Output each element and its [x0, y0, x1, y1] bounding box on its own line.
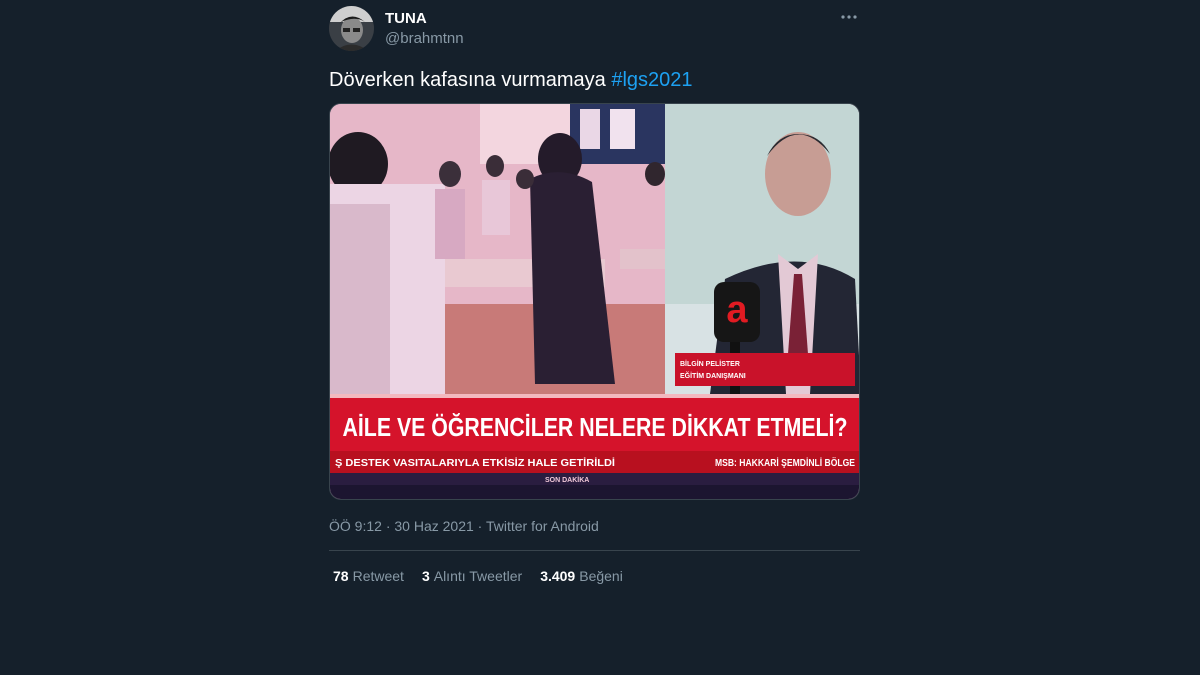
tweet-source[interactable]: Twitter for Android	[486, 518, 599, 534]
divider	[329, 550, 860, 551]
tv-ticker-right: MSB: HAKKARİ ŞEMDİNLİ BÖLGE	[715, 456, 855, 469]
retweets-label: Retweet	[352, 568, 404, 584]
quotes-count: 3	[421, 568, 430, 584]
tweet-text: Döverken kafasına vurmamaya #lgs2021	[329, 69, 693, 92]
retweets-count: 78	[333, 568, 349, 584]
tv-headline: AİLE VE ÖĞRENCİLER NELERE DİKKAT ETMELİ?	[343, 412, 848, 442]
tweet-body: Döverken kafasına vurmamaya	[329, 69, 606, 91]
speaker-name: BİLGİN PELİSTER	[680, 360, 740, 368]
more-dots-icon	[841, 15, 857, 19]
quotes-label: Alıntı Tweetler	[433, 568, 523, 584]
meta-separator-2: ·	[477, 518, 483, 534]
likes-count: 3.409	[540, 568, 576, 584]
tv-ticker-left: Ş DESTEK VASITALARIYLA ETKİSİZ HALE GETİ…	[335, 456, 615, 469]
tweet-meta: ÖÖ 9:12 · 30 Haz 2021 · Twitter for Andr…	[329, 518, 599, 534]
tweet-stats: 78 Retweet 3 Alıntı Tweetler 3.409 Beğeni	[333, 568, 623, 584]
tweet-media[interactable]: a BİLGİN PELİSTER EĞİTİM DANIŞMANI AİLE …	[329, 103, 860, 500]
author-name[interactable]: TUNA	[385, 10, 427, 27]
retweets-stat[interactable]: 78 Retweet	[333, 568, 404, 584]
tweet-date[interactable]: 30 Haz 2021	[394, 518, 473, 534]
tweet-header: TUNA @brahmtnn	[329, 6, 860, 52]
tweet-time[interactable]: ÖÖ 9:12	[329, 518, 382, 534]
speaker-title: EĞİTİM DANIŞMANI	[680, 371, 746, 380]
avatar[interactable]	[329, 6, 374, 51]
author-handle[interactable]: @brahmtnn	[385, 30, 464, 47]
more-options-button[interactable]	[838, 6, 860, 28]
meta-separator: ·	[385, 518, 391, 534]
likes-stat[interactable]: 3.409 Beğeni	[540, 568, 623, 584]
avatar-image	[329, 6, 374, 51]
hashtag-link[interactable]: #lgs2021	[611, 69, 692, 91]
tv-screenshot-image: a BİLGİN PELİSTER EĞİTİM DANIŞMANI AİLE …	[330, 104, 859, 499]
channel-logo: a	[726, 289, 748, 331]
quotes-stat[interactable]: 3 Alıntı Tweetler	[422, 568, 522, 584]
likes-label: Beğeni	[579, 568, 623, 584]
tv-lower-bar: SON DAKİKA	[545, 476, 589, 484]
